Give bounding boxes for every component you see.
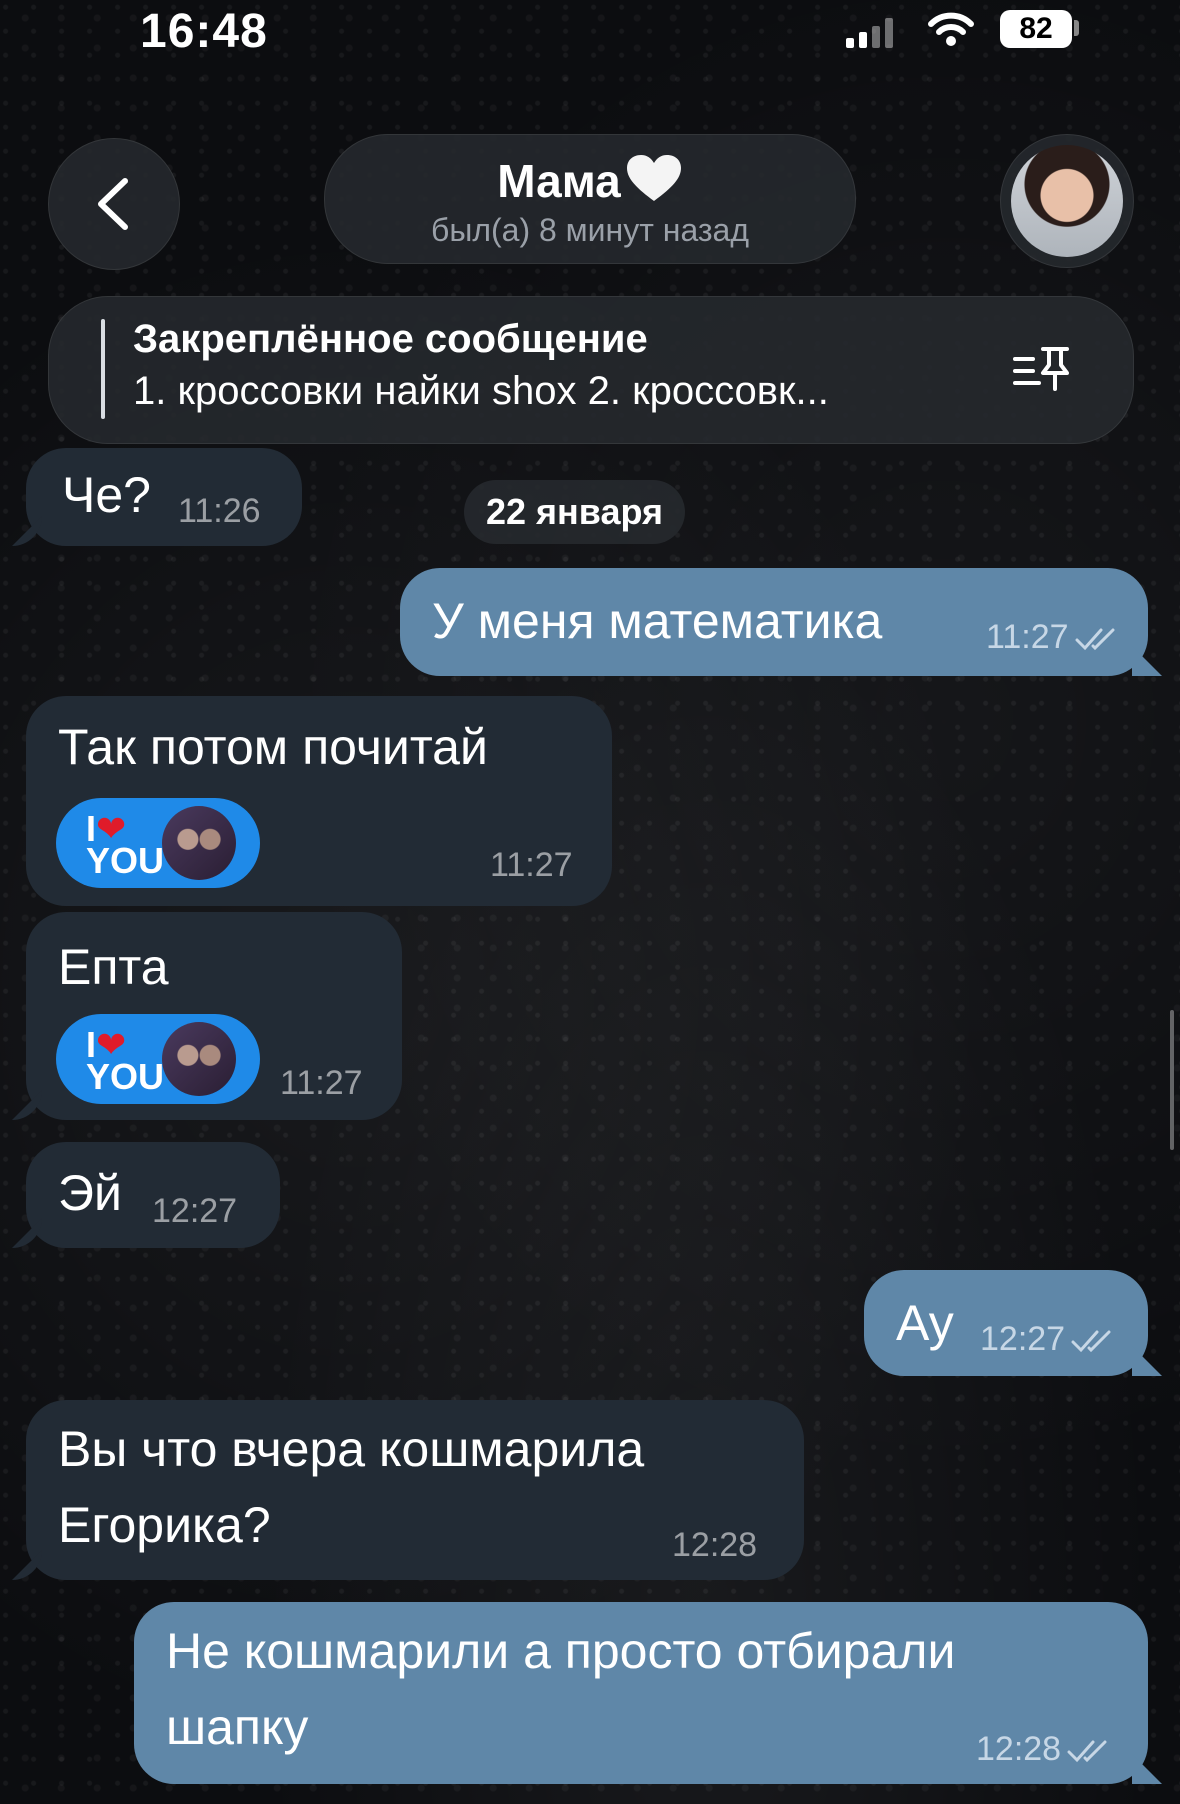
message-time: 12:28 bbox=[672, 1526, 758, 1564]
sticker-photo bbox=[162, 806, 236, 880]
date-separator: 22 января bbox=[464, 480, 685, 544]
message-text: У меня математика bbox=[432, 593, 883, 649]
sticker-line-2: YOU bbox=[86, 840, 165, 881]
message-time: 11:27 bbox=[280, 1064, 363, 1102]
chat-last-seen: был(а) 8 минут назад bbox=[430, 212, 750, 248]
pinned-message-bar[interactable]: Закреплённое сообщение 1. кроссовки найк… bbox=[48, 296, 1134, 444]
message-outgoing[interactable]: Ау 12:27 bbox=[864, 1270, 1162, 1376]
scrollbar[interactable] bbox=[1170, 1010, 1174, 1150]
message-incoming[interactable]: Че? 11:26 bbox=[12, 448, 302, 546]
message-text: Так потом почитай bbox=[58, 719, 488, 775]
message-text-line-2: Егорика? bbox=[58, 1497, 271, 1553]
reaction-sticker[interactable]: I❤ YOU bbox=[56, 1014, 260, 1104]
message-time: 11:27 bbox=[490, 846, 573, 884]
sticker-text: I❤ YOU bbox=[86, 1024, 165, 1097]
chevron-left-icon bbox=[98, 178, 128, 230]
message-text-line-2: шапку bbox=[166, 1699, 309, 1755]
pinned-text: 1. кроссовки найки shox 2. кроссовк... bbox=[133, 369, 829, 413]
message-outgoing[interactable]: Не кошмарили а просто отбирали шапку 12:… bbox=[134, 1602, 1162, 1784]
message-outgoing[interactable]: У меня математика 11:27 bbox=[400, 568, 1162, 676]
message-text: Че? bbox=[62, 467, 151, 523]
message-incoming[interactable]: Эй 12:27 bbox=[12, 1142, 280, 1248]
pinned-indicator bbox=[101, 319, 105, 419]
status-time: 16:48 bbox=[140, 5, 268, 58]
chat-title-text: Мама bbox=[497, 155, 621, 207]
message-text: Епта bbox=[58, 939, 169, 995]
message-text: Эй bbox=[58, 1165, 122, 1221]
message-time: 11:26 bbox=[178, 492, 261, 530]
back-button[interactable] bbox=[48, 138, 180, 270]
message-text-line-1: Не кошмарили а просто отбирали bbox=[166, 1623, 956, 1679]
sticker-line-2: YOU bbox=[86, 1056, 165, 1097]
status-bar: 16:48 82 bbox=[0, 0, 1180, 70]
chat-title: Мама bbox=[325, 153, 855, 208]
message-incoming[interactable]: Вы что вчера кошмарила Егорика? 12:28 bbox=[12, 1400, 804, 1580]
double-check-icon bbox=[1067, 1740, 1107, 1763]
message-text: Ау bbox=[896, 1295, 954, 1351]
message-time: 12:28 bbox=[976, 1730, 1109, 1769]
battery-indicator: 82 bbox=[1000, 10, 1072, 48]
double-check-icon bbox=[1075, 628, 1115, 651]
pin-list-icon[interactable] bbox=[1009, 345, 1073, 393]
sticker-photo bbox=[162, 1022, 236, 1096]
message-incoming[interactable]: Так потом почитай I❤ YOU 11:27 bbox=[26, 696, 612, 906]
message-time: 12:27 bbox=[980, 1320, 1113, 1359]
message-time-text: 11:27 bbox=[986, 618, 1069, 656]
double-check-icon bbox=[1071, 1330, 1111, 1353]
message-time-text: 12:28 bbox=[976, 1730, 1062, 1768]
contact-avatar-button[interactable] bbox=[1000, 134, 1134, 268]
message-time-text: 12:27 bbox=[980, 1320, 1066, 1358]
cellular-signal-icon bbox=[846, 18, 893, 48]
battery-tip bbox=[1074, 20, 1079, 36]
reaction-sticker[interactable]: I❤ YOU bbox=[56, 798, 260, 888]
sticker-text: I❤ YOU bbox=[86, 808, 165, 881]
pinned-title: Закреплённое сообщение bbox=[133, 317, 648, 361]
chat-header[interactable]: Мама был(а) 8 минут назад bbox=[324, 134, 856, 264]
message-time: 12:27 bbox=[152, 1192, 238, 1230]
avatar bbox=[1011, 145, 1123, 257]
white-heart-icon bbox=[626, 155, 681, 201]
message-text-line-1: Вы что вчера кошмарила bbox=[58, 1421, 645, 1477]
message-incoming[interactable]: Епта I❤ YOU 11:27 bbox=[12, 912, 402, 1120]
message-time: 11:27 bbox=[986, 618, 1117, 657]
wifi-icon bbox=[928, 12, 974, 46]
